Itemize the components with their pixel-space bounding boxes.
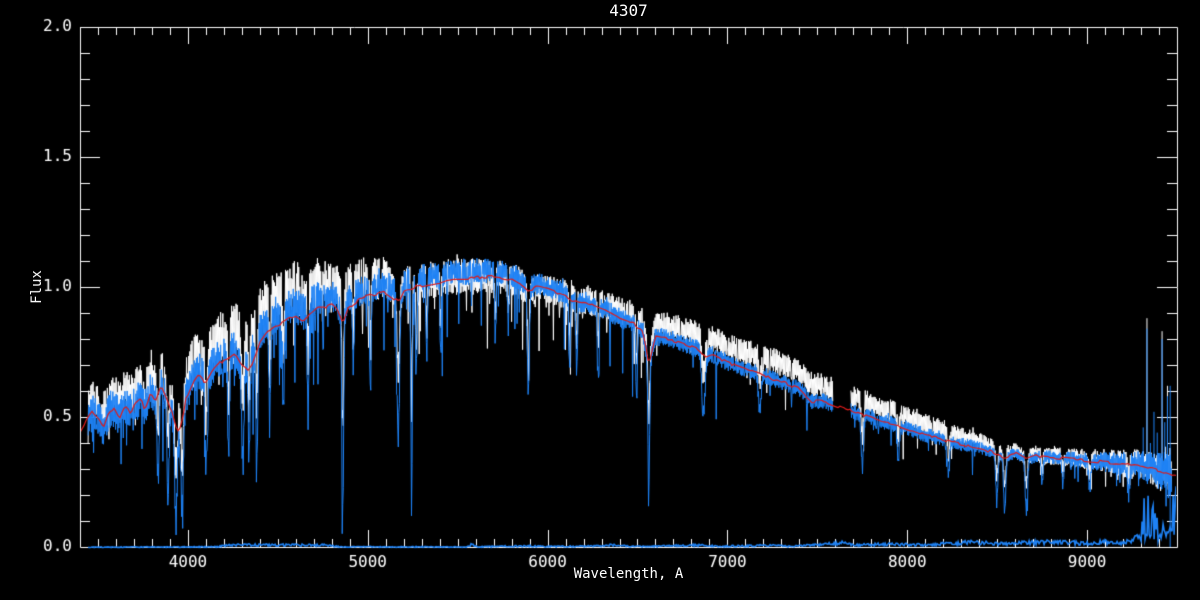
x-axis-label: Wavelength, A [80,566,1177,582]
spectrum-plot-canvas [0,0,1200,600]
spectrum-plot-window: 4307 Wavelength, A Flux [0,0,1200,600]
chart-title: 4307 [80,1,1177,20]
y-axis-label: Flux [29,270,45,304]
